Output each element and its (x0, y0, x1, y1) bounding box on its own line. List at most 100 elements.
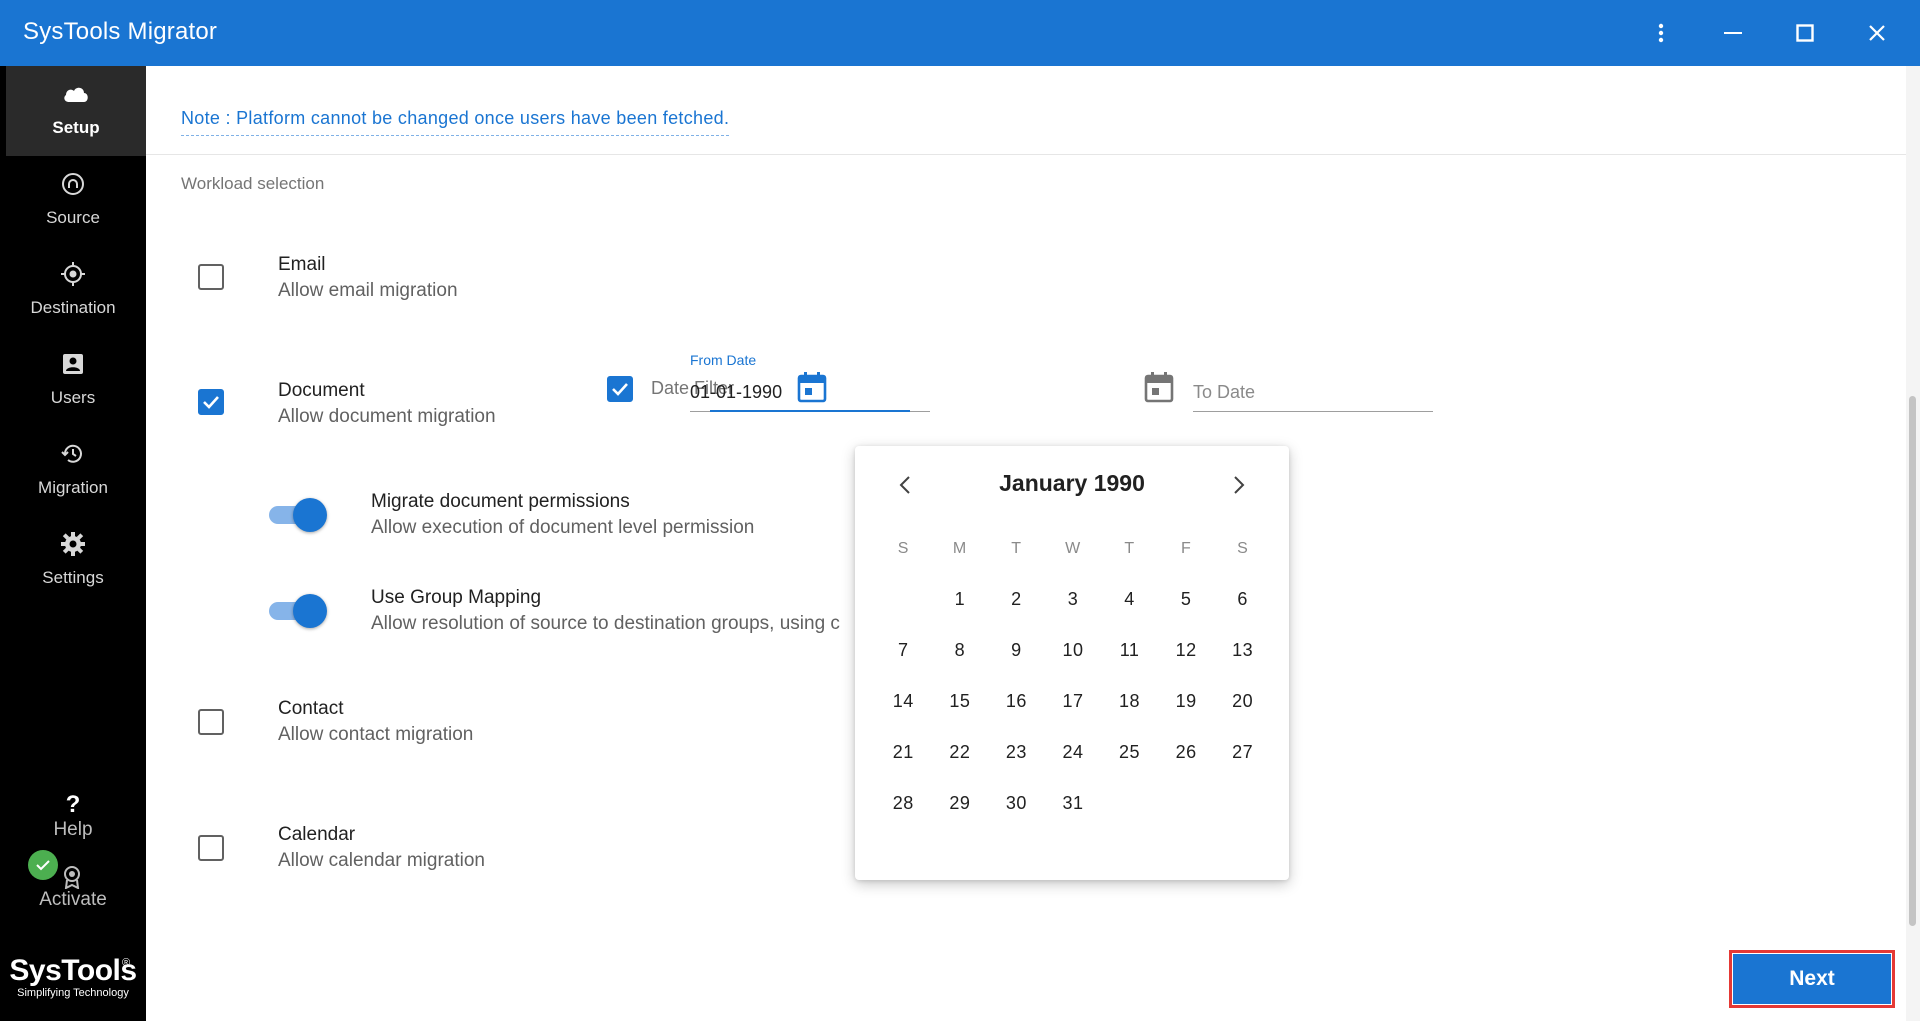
history-icon (59, 440, 87, 468)
calendar-day[interactable]: 31 (1045, 793, 1102, 814)
permissions-toggle[interactable] (269, 498, 327, 532)
calendar-day[interactable]: 13 (1214, 640, 1271, 661)
scrollbar-thumb[interactable] (1909, 396, 1916, 926)
toggle-thumb (293, 594, 327, 628)
calendar-day[interactable]: 3 (1045, 589, 1102, 610)
calendar-day[interactable]: 30 (988, 793, 1045, 814)
target-icon (59, 260, 87, 288)
document-subtitle: Allow document migration (278, 406, 496, 427)
from-date-underline-active (710, 410, 910, 412)
week-row: 21 22 23 24 25 26 27 (875, 727, 1271, 778)
calendar-day[interactable]: 21 (875, 742, 932, 763)
datepicker-header: January 1990 (855, 464, 1289, 504)
sidebar-item-label: Users (50, 388, 96, 407)
help-label: Help (53, 819, 93, 840)
sidebar-item-destination[interactable]: Destination (0, 246, 146, 336)
source-icon (59, 170, 87, 198)
brand-reg: ® (122, 957, 131, 969)
next-button[interactable]: Next (1733, 954, 1891, 1004)
calendar-checkbox[interactable] (198, 835, 224, 861)
to-date-underline (1193, 411, 1433, 412)
calendar-day[interactable]: 17 (1045, 691, 1102, 712)
week-row: 28 29 30 31 (875, 778, 1271, 829)
document-checkbox[interactable] (198, 389, 224, 415)
sidebar-item-label: Settings (42, 568, 104, 587)
calendar-day[interactable]: 2 (988, 589, 1045, 610)
scrollbar-track[interactable] (1906, 66, 1920, 1021)
more-icon[interactable] (1641, 13, 1681, 53)
calendar-day[interactable]: 28 (875, 793, 932, 814)
calendar-day[interactable]: 1 (932, 589, 989, 610)
help-icon: ? (65, 791, 81, 818)
to-date-field[interactable]: To Date (1193, 352, 1433, 412)
from-date-value: 01-01-1990 (690, 382, 783, 402)
platform-note: Note : Platform cannot be changed once u… (181, 108, 730, 136)
chevron-right-icon[interactable] (1222, 468, 1256, 502)
calendar-day[interactable]: 7 (875, 640, 932, 661)
close-icon[interactable] (1857, 13, 1897, 53)
divider (146, 154, 1906, 155)
sidebar-item-users[interactable]: Users (0, 336, 146, 426)
from-date-label: From Date (690, 352, 757, 368)
to-date-calendar-icon[interactable] (1144, 371, 1174, 408)
contact-checkbox[interactable] (198, 709, 224, 735)
permissions-title: Migrate document permissions (371, 491, 630, 512)
group-mapping-title: Use Group Mapping (371, 587, 542, 608)
sidebar-item-label: Setup (52, 118, 100, 137)
calendar-day[interactable]: 10 (1045, 640, 1102, 661)
calendar-day[interactable]: 25 (1101, 742, 1158, 763)
group-mapping-toggle[interactable] (269, 594, 327, 628)
weekday-label: T (1011, 540, 1022, 557)
calendar-day[interactable]: 11 (1101, 640, 1158, 661)
maximize-icon[interactable] (1785, 13, 1825, 53)
sidebar-item-migration[interactable]: Migration (0, 426, 146, 516)
calendar-day[interactable]: 18 (1101, 691, 1158, 712)
weekday-label: S (1237, 540, 1249, 557)
contact-title: Contact (278, 698, 344, 719)
help-button[interactable]: ? Help (0, 792, 146, 842)
calendar-day[interactable]: 27 (1214, 742, 1271, 763)
weekday-label: F (1180, 540, 1192, 557)
email-title: Email (278, 254, 326, 275)
datepicker-popup: January 1990 SMTWTFS 1 2 3 4 5 6 7 8 9 10 11 12 13 14… (855, 446, 1289, 880)
calendar-day[interactable]: 22 (932, 742, 989, 763)
email-subtitle: Allow email migration (278, 280, 458, 301)
calendar-day[interactable]: 12 (1158, 640, 1215, 661)
calendar-day[interactable]: 20 (1214, 691, 1271, 712)
from-date-field[interactable]: From Date 01-01-1990 (690, 352, 930, 412)
calendar-day[interactable]: 19 (1158, 691, 1215, 712)
weekday-row: SMTWTFS (875, 534, 1271, 564)
calendar-day[interactable]: 29 (932, 793, 989, 814)
gear-icon (59, 530, 87, 558)
calendar-day[interactable]: 6 (1214, 589, 1271, 610)
calendar-day[interactable]: 26 (1158, 742, 1215, 763)
sidebar-item-source[interactable]: Source (0, 156, 146, 246)
document-title: Document (278, 380, 365, 401)
contact-subtitle: Allow contact migration (278, 724, 474, 745)
calendar-day[interactable]: 16 (988, 691, 1045, 712)
calendar-day[interactable]: 5 (1158, 589, 1215, 610)
email-checkbox[interactable] (198, 264, 224, 290)
title-bar: SysTools Migrator (0, 0, 1920, 66)
calendar-day[interactable]: 14 (875, 691, 932, 712)
minimize-icon[interactable] (1713, 13, 1753, 53)
sidebar-item-setup[interactable]: Setup (6, 66, 146, 156)
weekday-label: S (897, 540, 909, 557)
calendar-day[interactable]: 4 (1101, 589, 1158, 610)
datepicker-grid: SMTWTFS 1 2 3 4 5 6 7 8 9 10 11 12 13 14 15 16 17 18 19 20 2… (875, 534, 1271, 829)
calendar-day[interactable]: 9 (988, 640, 1045, 661)
week-row: 14 15 16 17 18 19 20 (875, 676, 1271, 727)
calendar-day[interactable]: 23 (988, 742, 1045, 763)
check-icon (612, 383, 628, 396)
date-filter-checkbox[interactable] (607, 376, 633, 402)
brand-tagline: Simplifying Technology (17, 987, 129, 999)
weekday-label: W (1065, 540, 1081, 557)
weekday-label: T (1124, 540, 1135, 557)
calendar-day[interactable]: 15 (932, 691, 989, 712)
calendar-day[interactable]: 24 (1045, 742, 1102, 763)
group-mapping-subtitle: Allow resolution of source to destinatio… (371, 613, 840, 634)
activate-label[interactable]: Activate (0, 889, 146, 911)
to-date-placeholder: To Date (1193, 382, 1256, 402)
sidebar-item-settings[interactable]: Settings (0, 516, 146, 606)
calendar-day[interactable]: 8 (932, 640, 989, 661)
